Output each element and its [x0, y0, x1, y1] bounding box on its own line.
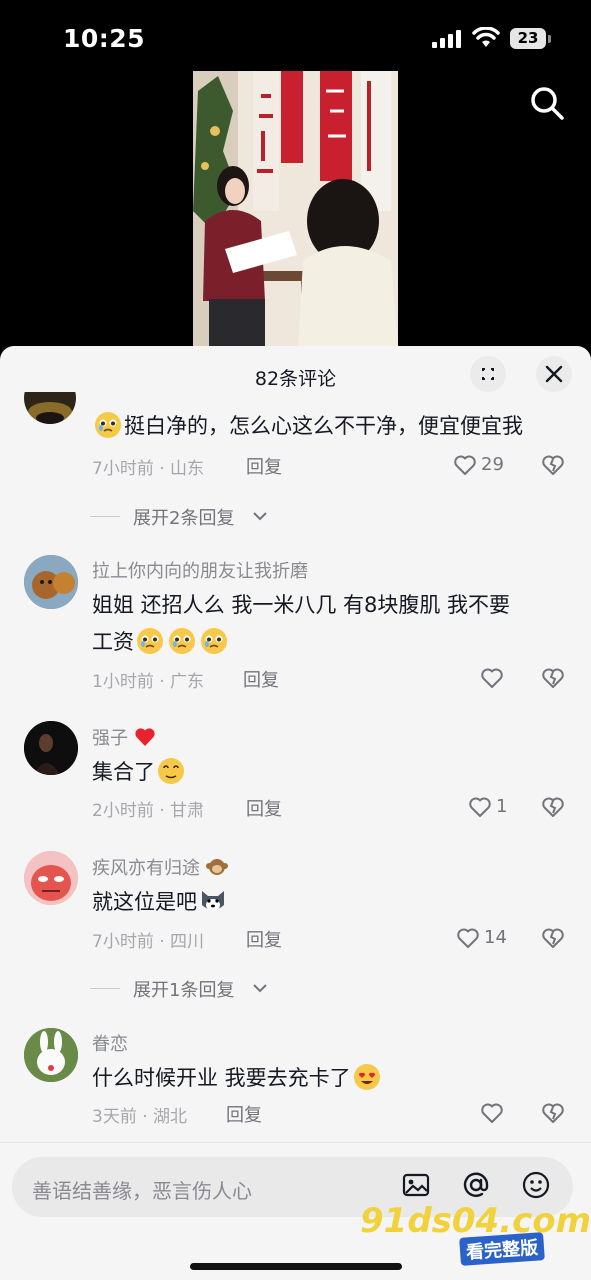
video-frame-image — [193, 71, 398, 346]
monkey-icon — [205, 859, 228, 875]
broken-heart-icon — [542, 455, 564, 475]
avatar[interactable] — [24, 721, 78, 775]
avatar[interactable] — [24, 1028, 78, 1082]
chevron-down-icon — [253, 512, 267, 521]
comment-sheet: 82条评论 挺白净的，怎么心这么不干净，便宜便宜我 7小时前 · 山东 回复 2… — [0, 346, 591, 1280]
broken-heart-icon — [542, 668, 564, 688]
comment-text-line-1: 姐姐 还招人么 我一米八几 有8块腹肌 我不要 — [92, 593, 511, 617]
broken-heart-icon — [542, 797, 564, 817]
avatar[interactable] — [24, 392, 76, 424]
like-button[interactable]: 14 — [455, 925, 507, 951]
heart-icon — [481, 668, 503, 688]
comment-time-location: 2小时前 · 甘肃 — [92, 801, 205, 821]
comment-text: 集合了 — [92, 754, 572, 791]
comment-text-content: 集合了 — [92, 760, 155, 784]
comment-list[interactable]: 挺白净的，怎么心这么不干净，便宜便宜我 7小时前 · 山东 回复 29 展开2条… — [0, 392, 591, 1142]
comment-text: 挺白净的，怎么心这么不干净，便宜便宜我 — [92, 408, 572, 445]
dislike-button[interactable] — [540, 925, 566, 951]
reply-button[interactable]: 回复 — [246, 453, 282, 479]
heart-icon — [457, 928, 479, 948]
battery-indicator: 23 — [510, 28, 546, 49]
home-indicator[interactable] — [190, 1263, 402, 1270]
comment-username[interactable]: 拉上你内向的朋友让我折磨 — [92, 557, 308, 583]
pleading-face-emoji-icon — [137, 628, 163, 654]
dizzy-face-emoji-icon — [158, 758, 184, 784]
like-button[interactable]: 29 — [452, 452, 504, 478]
like-count: 29 — [481, 454, 504, 475]
red-heart-icon — [135, 728, 155, 746]
comment-input-placeholder: 善语结善缘，恶言伤人心 — [32, 1179, 252, 1203]
husky-dog-emoji-icon — [202, 891, 224, 911]
watermark-caption: 看完整版 — [459, 1232, 545, 1266]
comment-time-location: 7小时前 · 四川 — [92, 932, 205, 952]
comment-time-location: 7小时前 · 山东 — [92, 459, 205, 479]
broken-heart-icon — [542, 1103, 564, 1123]
watermark: 91ds04.com 看完整版 — [360, 1201, 591, 1266]
comment-username-text: 强子 — [92, 728, 128, 749]
comment-text: 什么时候开业 我要去充卡了 — [92, 1060, 572, 1097]
avatar[interactable] — [24, 851, 78, 905]
pleading-face-emoji-icon — [201, 628, 227, 654]
dislike-button[interactable] — [540, 794, 566, 820]
expand-divider — [90, 516, 120, 517]
dislike-button[interactable] — [540, 665, 566, 691]
comment-input-bar: 善语结善缘，恶言伤人心 91ds04.com 看完整版 — [0, 1142, 591, 1280]
comment-text-line-2: 工资 — [92, 630, 134, 654]
pleading-face-emoji-icon — [95, 412, 121, 438]
comment-username-text: 疾风亦有归途 — [92, 858, 200, 879]
like-count: 1 — [496, 796, 508, 817]
clock: 10:25 — [63, 24, 146, 53]
chevron-down-icon — [253, 984, 267, 993]
emoji-icon[interactable] — [520, 1169, 552, 1201]
comment-text-continued: 工资 — [92, 624, 572, 661]
comment-time-location: 3天前 · 湖北 — [92, 1107, 188, 1127]
reply-button[interactable]: 回复 — [246, 926, 282, 952]
video-preview[interactable] — [193, 71, 398, 346]
like-button[interactable] — [479, 1100, 505, 1126]
expand-replies-label: 展开1条回复 — [133, 980, 235, 1001]
comment-text-content: 就这位是吧 — [92, 890, 197, 914]
wifi-icon — [472, 27, 500, 47]
like-button[interactable]: 1 — [467, 794, 507, 820]
comment-username[interactable]: 疾风亦有归途 — [92, 854, 228, 880]
avatar[interactable] — [24, 555, 78, 609]
comment-text-content: 挺白净的，怎么心这么不干净，便宜便宜我 — [124, 414, 523, 438]
reply-button[interactable]: 回复 — [243, 666, 279, 692]
like-button[interactable] — [479, 665, 505, 691]
expand-button[interactable] — [470, 356, 506, 392]
comment-text: 姐姐 还招人么 我一米八几 有8块腹肌 我不要 — [92, 587, 572, 624]
status-bar: 10:25 23 — [0, 0, 591, 80]
pleading-face-emoji-icon — [169, 628, 195, 654]
like-count: 14 — [484, 927, 507, 948]
comment-username[interactable]: 眷恋 — [92, 1030, 128, 1056]
broken-heart-icon — [542, 928, 564, 948]
heart-icon — [481, 1103, 503, 1123]
heart-icon — [469, 797, 491, 817]
cellular-signal-icon — [432, 30, 461, 48]
battery-tip — [548, 35, 551, 43]
heart-icon — [454, 455, 476, 475]
dislike-button[interactable] — [540, 1100, 566, 1126]
comment-text: 就这位是吧 — [92, 884, 572, 921]
search-icon[interactable] — [528, 84, 566, 122]
close-icon — [545, 365, 563, 383]
comment-username[interactable]: 强子 — [92, 724, 156, 750]
reply-button[interactable]: 回复 — [246, 795, 282, 821]
expand-replies-label: 展开2条回复 — [133, 508, 235, 529]
dislike-button[interactable] — [540, 452, 566, 478]
close-button[interactable] — [536, 356, 572, 392]
at-icon[interactable] — [460, 1169, 492, 1201]
heart-eyes-emoji-icon — [353, 1064, 380, 1090]
expand-divider — [90, 988, 120, 989]
comment-text-content: 什么时候开业 我要去充卡了 — [92, 1066, 351, 1090]
image-icon[interactable] — [400, 1169, 432, 1201]
reply-button[interactable]: 回复 — [226, 1101, 262, 1127]
expand-icon — [482, 368, 494, 380]
comment-time-location: 1小时前 · 广东 — [92, 672, 205, 692]
